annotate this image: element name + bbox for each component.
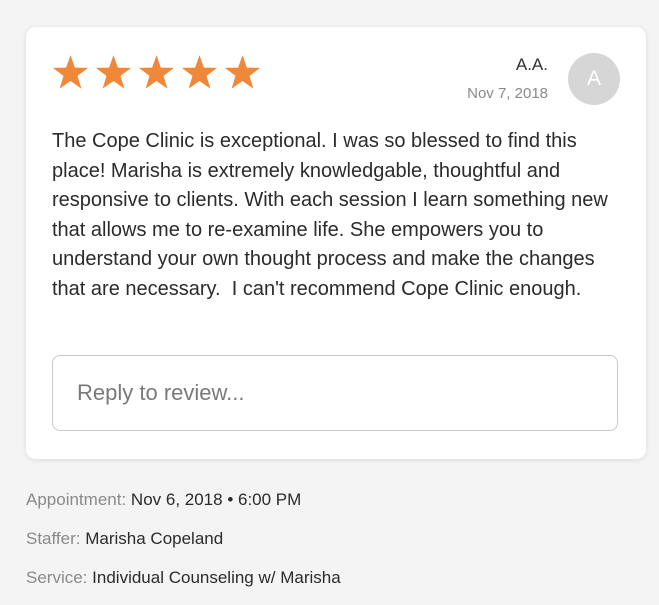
service-value: Individual Counseling w/ Marisha — [92, 568, 341, 587]
star-icon — [224, 55, 261, 89]
review-date: Nov 7, 2018 — [467, 85, 548, 102]
reviewer-info: A.A. Nov 7, 2018 A — [467, 53, 620, 105]
review-card: A.A. Nov 7, 2018 A The Cope Clinic is ex… — [26, 27, 646, 459]
staffer-label: Staffer: — [26, 529, 81, 548]
reviewer-meta: A.A. Nov 7, 2018 — [467, 53, 548, 105]
star-icon — [52, 55, 89, 89]
star-icon — [138, 55, 175, 89]
appointment-row: Appointment: Nov 6, 2018 • 6:00 PM — [26, 488, 341, 512]
staffer-value: Marisha Copeland — [85, 529, 224, 548]
appointment-value: Nov 6, 2018 • 6:00 PM — [130, 490, 302, 509]
star-rating — [52, 54, 261, 91]
appointment-label: Appointment: — [26, 490, 127, 509]
service-row: Service: Individual Counseling w/ Marish… — [26, 566, 341, 590]
star-icon — [181, 55, 218, 89]
review-text: The Cope Clinic is exceptional. I was so… — [52, 130, 614, 300]
star-icon — [95, 55, 132, 89]
reply-input[interactable] — [52, 355, 618, 431]
avatar: A — [568, 53, 620, 105]
appointment-details: Appointment: Nov 6, 2018 • 6:00 PM Staff… — [26, 488, 341, 605]
staffer-row: Staffer: Marisha Copeland — [26, 527, 341, 551]
reviewer-name: A.A. — [515, 55, 548, 74]
service-label: Service: — [26, 568, 88, 587]
